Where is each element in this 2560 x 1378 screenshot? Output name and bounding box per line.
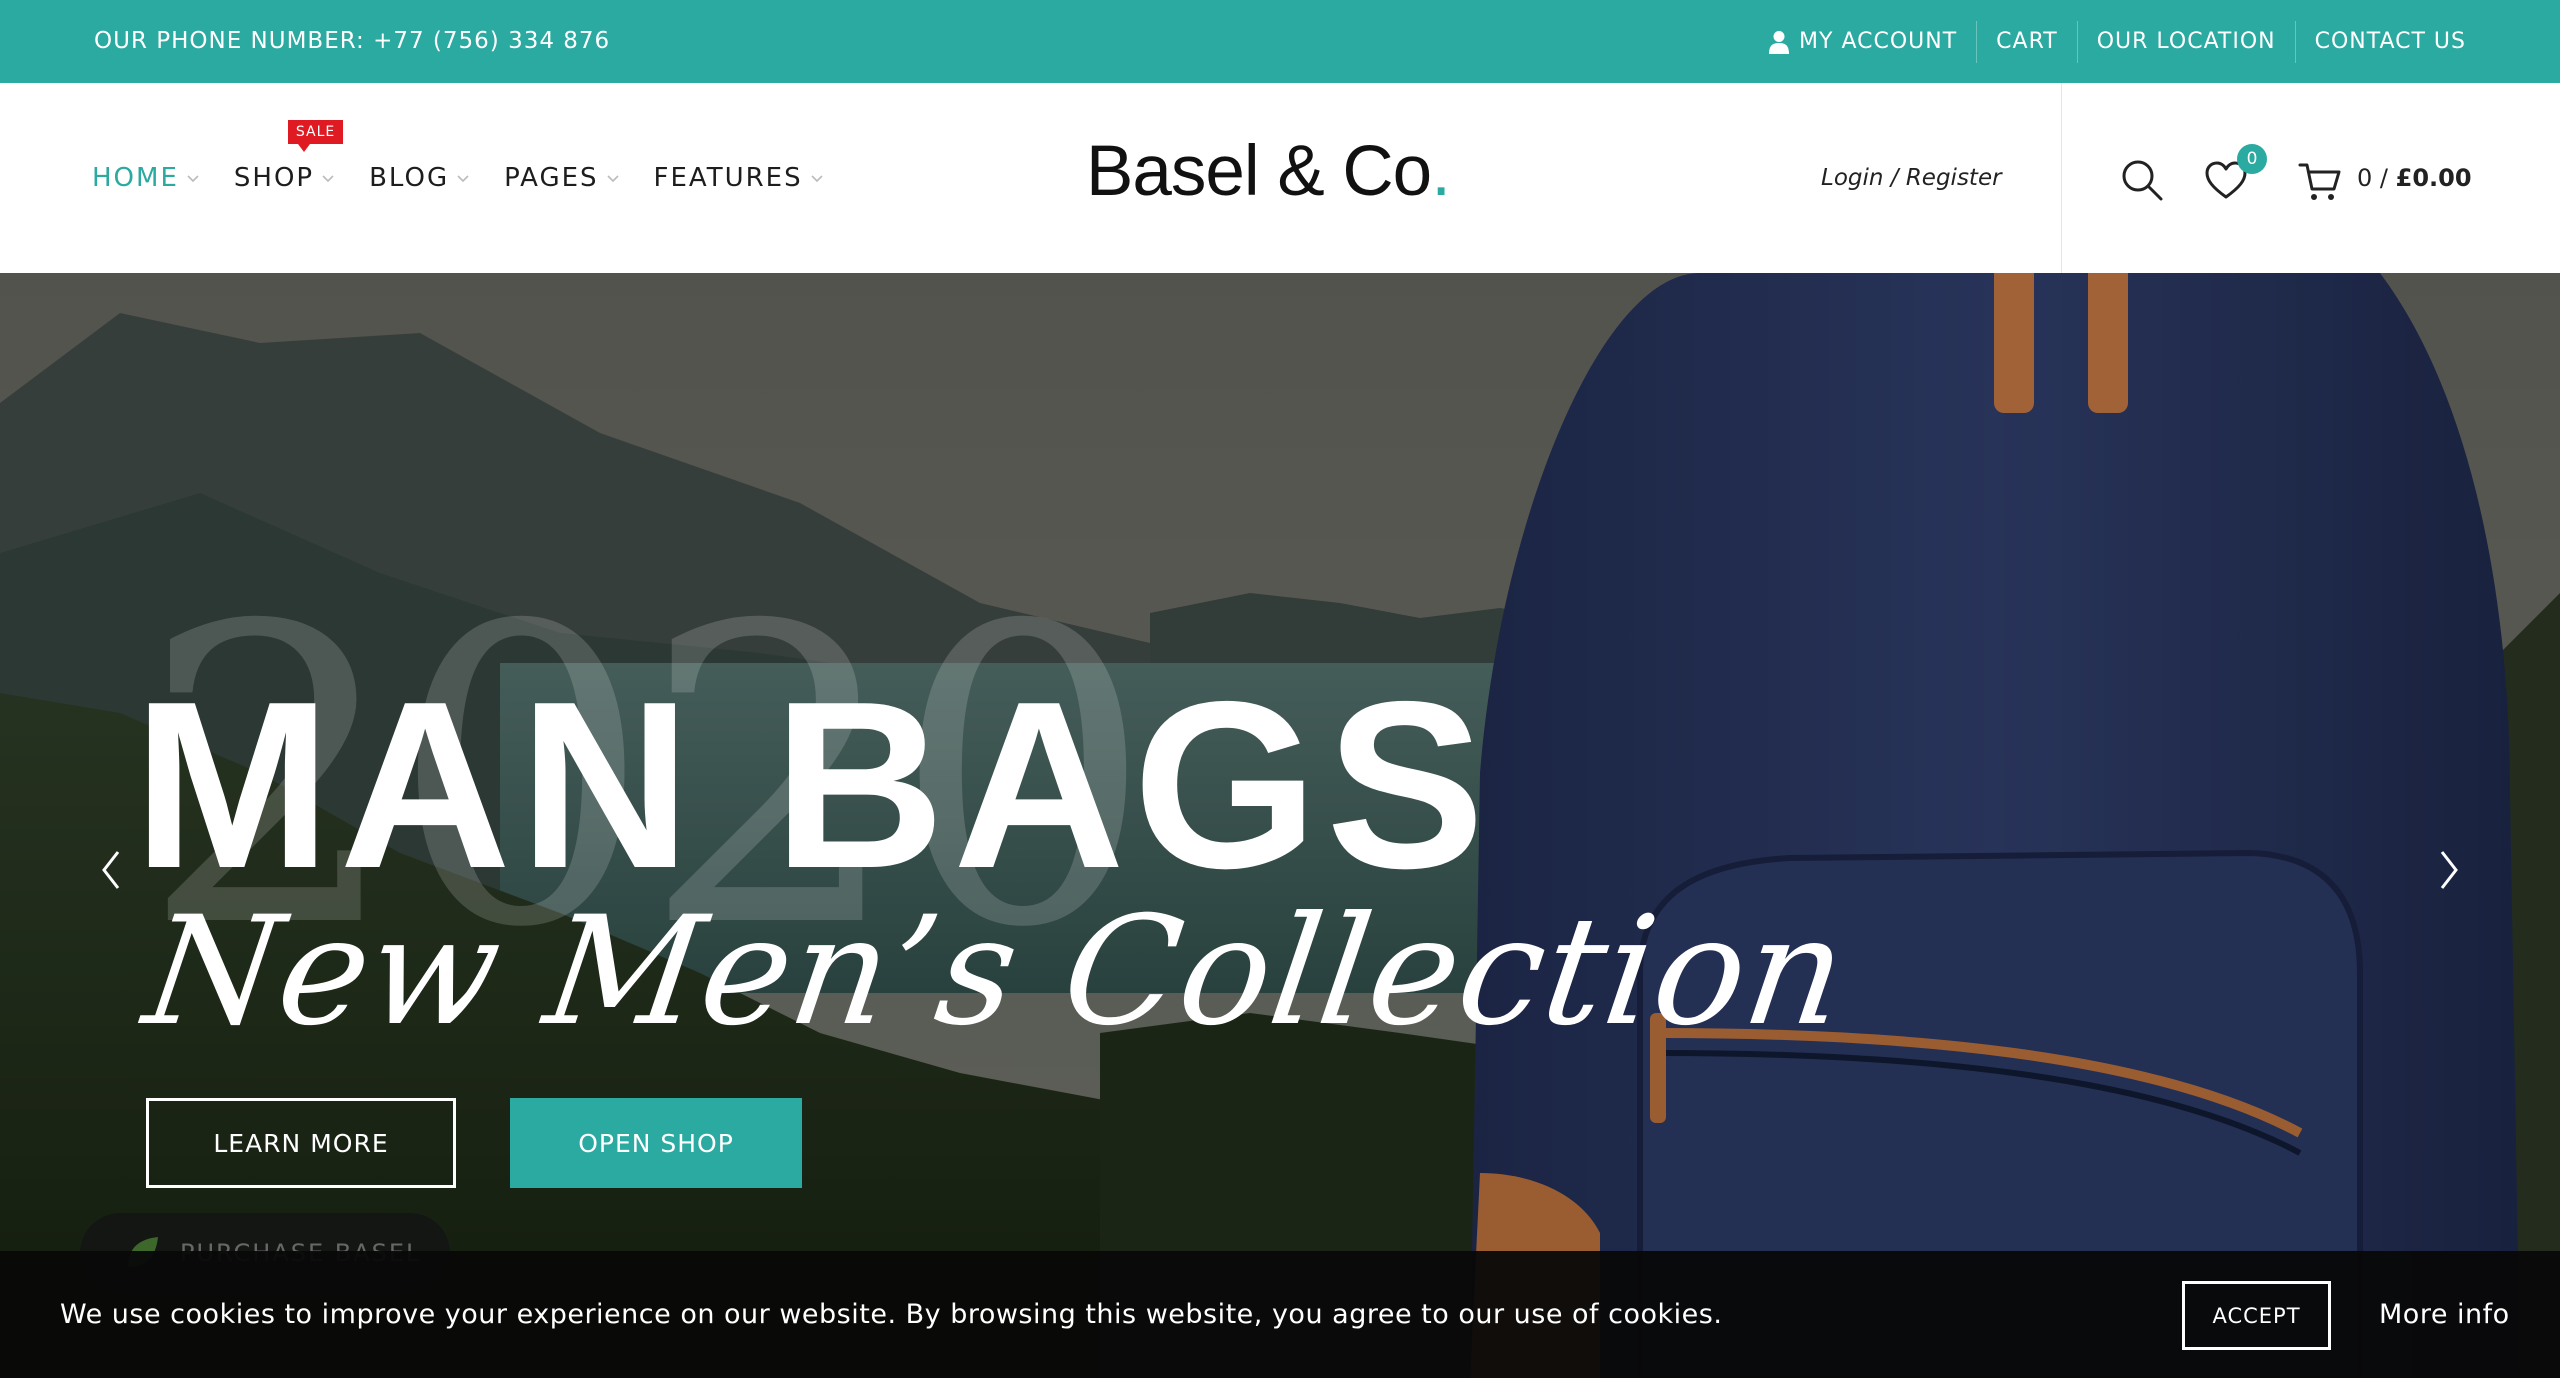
chevron-down-icon [322,175,334,183]
cart-total: £0.00 [2395,164,2472,192]
phone-number: OUR PHONE NUMBER: +77 (756) 334 876 [94,28,611,54]
logo-text: Basel & Co [1086,132,1432,211]
open-shop-button[interactable]: OPEN SHOP [510,1098,802,1188]
chevron-down-icon [606,175,619,183]
learn-more-button[interactable]: LEARN MORE [146,1098,456,1188]
sale-badge: SALE [287,120,344,152]
header-divider [2061,83,2062,273]
nav-item-label: PAGES [504,163,599,193]
user-icon [1769,30,1790,54]
chevron-down-icon [187,175,199,183]
logo-dot: . [1431,132,1451,211]
cart-icon[interactable] [2298,161,2342,203]
hero-slider: 2020 MAN BAGS New Men’s Collection LEARN… [0,273,2560,1378]
my-account-label: MY ACCOUNT [1799,28,1958,54]
cookie-message: We use cookies to improve your experienc… [60,1299,1723,1330]
nav-item-label: SHOP [233,163,315,193]
hero-subheadline: New Men’s Collection [135,885,1857,1059]
wishlist-count-badge: 0 [2237,144,2267,174]
top-bar: OUR PHONE NUMBER: +77 (756) 334 876 MY A… [0,0,2560,83]
nav-item-features[interactable]: FEATURES [654,163,825,193]
chevron-down-icon [457,175,469,183]
my-account-link[interactable]: MY ACCOUNT [1750,20,1978,63]
accept-cookies-button[interactable]: ACCEPT [2182,1281,2331,1350]
our-location-link[interactable]: OUR LOCATION [2078,20,2296,63]
hero-headline: MAN BAGS [133,653,1493,918]
nav-item-home[interactable]: HOME [92,163,201,193]
cart-count: 0 [2357,164,2373,192]
nav-item-label: FEATURES [653,163,803,193]
cart-separator: / [2379,164,2389,192]
chevron-right-icon[interactable] [2436,848,2462,892]
cart-link[interactable]: CART [1977,20,2078,63]
chevron-down-icon [811,175,823,183]
contact-us-link[interactable]: CONTACT US [2296,21,2466,63]
top-links: MY ACCOUNT CART OUR LOCATION CONTACT US [1750,0,2466,83]
nav-item-label: HOME [92,163,179,193]
login-register-link[interactable]: Login / Register [1821,83,2002,273]
cart-summary[interactable]: 0 / £0.00 [2357,83,2472,273]
more-info-link[interactable]: More info [2379,1251,2510,1378]
main-header: HOME SALE SHOP BLOG PAGES FEATURES Basel… [0,83,2560,273]
search-icon[interactable] [2120,158,2164,202]
main-nav: HOME SALE SHOP BLOG PAGES FEATURES [92,83,858,273]
site-logo[interactable]: Basel & Co. [1086,131,1451,212]
nav-item-blog[interactable]: BLOG [369,163,471,193]
chevron-left-icon[interactable] [98,848,124,892]
nav-item-label: BLOG [369,163,450,193]
cookie-notice: We use cookies to improve your experienc… [0,1251,2560,1378]
nav-item-shop[interactable]: SALE SHOP [233,120,344,193]
nav-item-pages[interactable]: PAGES [504,163,620,193]
